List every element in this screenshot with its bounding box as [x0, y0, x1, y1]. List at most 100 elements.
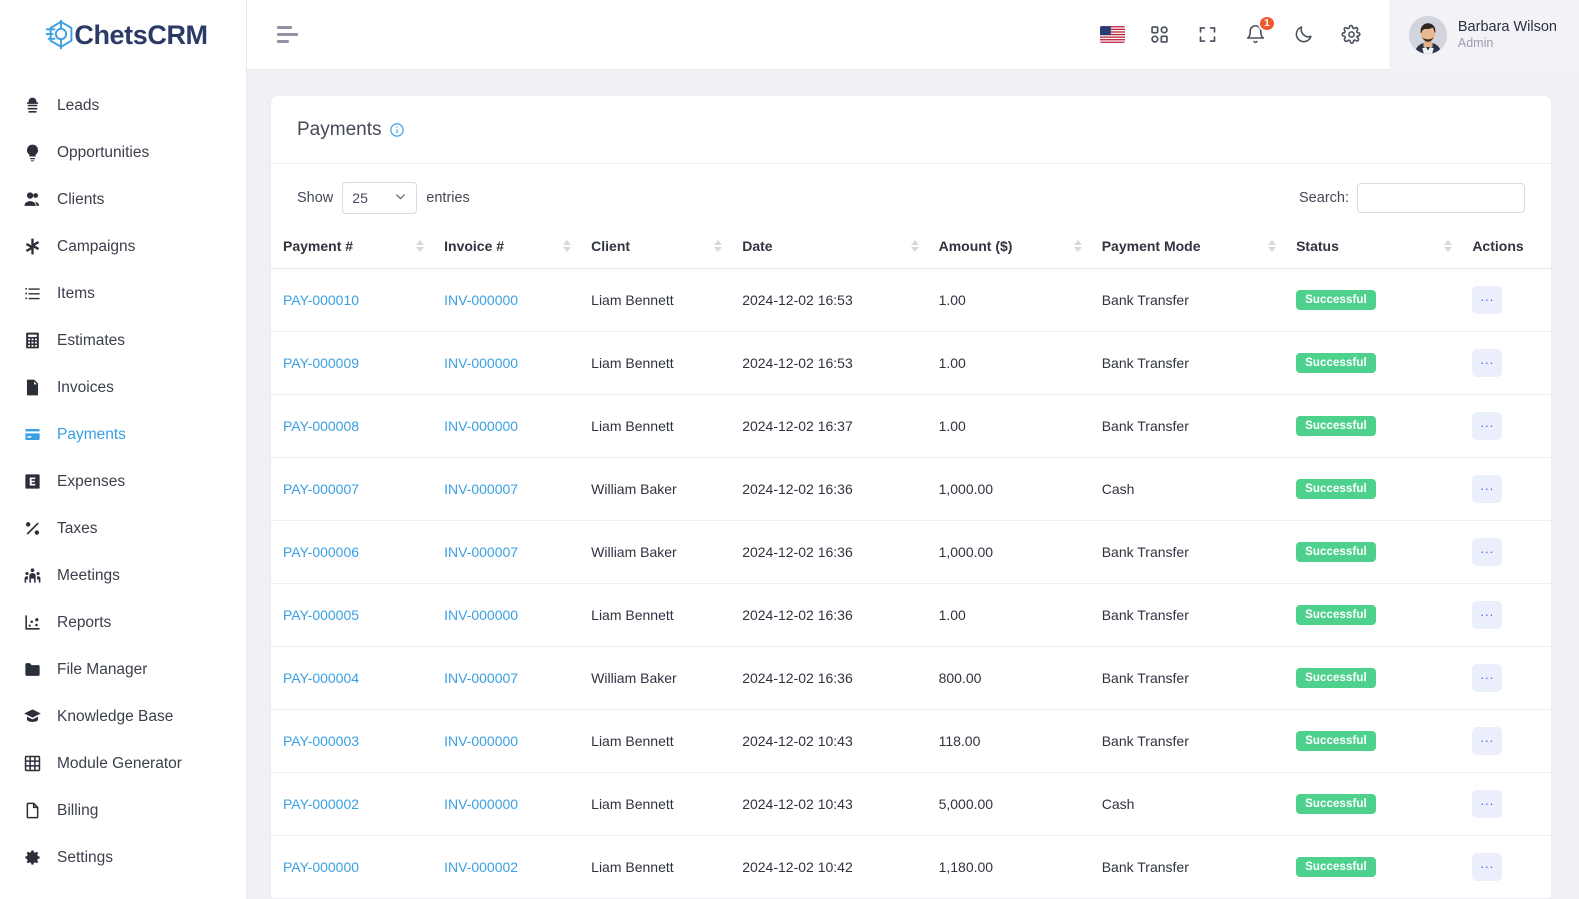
payment-link[interactable]: PAY-000003	[283, 733, 359, 749]
invoice-link[interactable]: INV-000000	[444, 796, 518, 812]
payment-link[interactable]: PAY-000002	[283, 796, 359, 812]
row-actions-button[interactable]: ...	[1472, 853, 1503, 881]
hamburger-icon[interactable]	[273, 20, 302, 49]
sidebar-item-expenses[interactable]: Expenses	[0, 458, 246, 505]
column-header-status[interactable]: Status	[1284, 226, 1461, 269]
search-input[interactable]	[1357, 183, 1525, 213]
sidebar-item-payments[interactable]: Payments	[0, 411, 246, 458]
row-actions-button[interactable]: ...	[1472, 727, 1503, 755]
payment-link[interactable]: PAY-000004	[283, 670, 359, 686]
row-actions-button[interactable]: ...	[1472, 412, 1503, 440]
column-label: Payment Mode	[1101, 238, 1201, 254]
brand-logo[interactable]: ChetsCRM	[0, 0, 246, 70]
table-body: PAY-000010 INV-000000 Liam Bennett 2024-12-…	[271, 268, 1551, 899]
payment-link[interactable]: PAY-000000	[283, 859, 359, 875]
settings-gear-icon[interactable]	[1339, 22, 1365, 48]
invoice-link[interactable]: INV-000002	[444, 859, 518, 875]
sidebar-item-leads[interactable]: Leads	[0, 82, 246, 129]
sidebar-item-label: Knowledge Base	[57, 707, 174, 725]
invoice-link[interactable]: INV-000000	[444, 733, 518, 749]
sidebar-item-label: Clients	[57, 190, 105, 208]
sidebar-item-campaigns[interactable]: Campaigns	[0, 223, 246, 270]
row-actions-button[interactable]: ...	[1472, 664, 1503, 692]
folder-icon	[22, 659, 43, 680]
column-header-payment[interactable]: Payment #	[271, 226, 433, 269]
cell-actions: ...	[1460, 520, 1551, 584]
invoice-link[interactable]: INV-000007	[444, 544, 518, 560]
brand-name: ChetsCRM	[74, 19, 208, 50]
language-flag-us-icon[interactable]	[1099, 26, 1125, 43]
payment-link[interactable]: PAY-000006	[283, 544, 359, 560]
sidebar-item-settings[interactable]: Settings	[0, 834, 246, 881]
cell-amount: 1.00	[926, 331, 1090, 395]
column-header-invoice[interactable]: Invoice #	[432, 226, 580, 269]
grid-table-icon	[22, 753, 43, 774]
sidebar-item-file-manager[interactable]: File Manager	[0, 646, 246, 693]
invoice-link[interactable]: INV-000007	[444, 670, 518, 686]
notification-badge: 1	[1258, 14, 1276, 32]
column-header-payment-mode[interactable]: Payment Mode	[1089, 226, 1285, 269]
sidebar-item-module-generator[interactable]: Module Generator	[0, 740, 246, 787]
cell-payment: PAY-000002	[271, 772, 433, 836]
fullscreen-icon[interactable]	[1195, 22, 1221, 48]
column-header-client[interactable]: Client	[579, 226, 731, 269]
cell-date: 2024-12-02 10:43	[730, 709, 927, 773]
payment-link[interactable]: PAY-000008	[283, 418, 359, 434]
column-label: Date	[742, 238, 773, 254]
column-label: Actions	[1472, 238, 1524, 254]
topbar-icon-group: 1	[1099, 14, 1389, 48]
gear-icon	[22, 847, 43, 868]
cell-actions: ...	[1460, 709, 1551, 773]
sidebar-item-items[interactable]: Items	[0, 270, 246, 317]
sidebar-item-clients[interactable]: Clients	[0, 176, 246, 223]
app-root: ChetsCRM Leads Opportunities Clients Cam…	[0, 0, 1579, 899]
profile-role: Admin	[1457, 35, 1494, 50]
invoice-link[interactable]: INV-000000	[444, 355, 518, 371]
info-circle-icon[interactable]	[389, 122, 405, 138]
content-area: Payments Show 25 entries Search: Payment…	[247, 70, 1579, 899]
cell-client: Liam Bennett	[579, 709, 731, 773]
cell-payment-mode: Bank Transfer	[1089, 709, 1285, 773]
sidebar-item-meetings[interactable]: Meetings	[0, 552, 246, 599]
table-row: PAY-000003 INV-000000 Liam Bennett 2024-12-…	[271, 709, 1551, 773]
cell-date: 2024-12-02 10:42	[730, 835, 927, 899]
column-label: Amount ($)	[938, 238, 1013, 254]
row-actions-button[interactable]: ...	[1472, 790, 1503, 818]
payment-link[interactable]: PAY-000007	[283, 481, 359, 497]
invoice-link[interactable]: INV-000000	[444, 292, 518, 308]
sidebar-item-knowledge-base[interactable]: Knowledge Base	[0, 693, 246, 740]
row-actions-button[interactable]: ...	[1472, 601, 1503, 629]
sidebar-item-billing[interactable]: Billing	[0, 787, 246, 834]
invoice-link[interactable]: INV-000000	[444, 418, 518, 434]
payment-link[interactable]: PAY-000005	[283, 607, 359, 623]
sidebar-item-taxes[interactable]: Taxes	[0, 505, 246, 552]
row-actions-button[interactable]: ...	[1472, 286, 1503, 314]
page-size-select[interactable]: 25	[342, 182, 418, 214]
cell-payment-mode: Bank Transfer	[1089, 520, 1285, 584]
column-header-amount[interactable]: Amount ($)	[926, 226, 1090, 269]
row-actions-button[interactable]: ...	[1472, 538, 1503, 566]
sidebar-item-estimates[interactable]: Estimates	[0, 317, 246, 364]
sidebar-item-label: Reports	[57, 613, 112, 631]
users-icon	[22, 189, 43, 210]
cell-payment-mode: Bank Transfer	[1089, 268, 1285, 332]
invoice-link[interactable]: INV-000007	[444, 481, 518, 497]
row-actions-button[interactable]: ...	[1472, 475, 1503, 503]
sidebar-item-invoices[interactable]: Invoices	[0, 364, 246, 411]
notification-bell-icon[interactable]: 1	[1243, 14, 1276, 48]
profile-menu[interactable]: Barbara Wilson Admin	[1388, 0, 1579, 70]
cell-client: Liam Bennett	[579, 772, 731, 836]
sidebar-item-opportunities[interactable]: Opportunities	[0, 129, 246, 176]
row-actions-button[interactable]: ...	[1472, 349, 1503, 377]
status-badge: Successful	[1296, 605, 1376, 625]
sidebar-item-label: Billing	[57, 801, 99, 819]
table-header-row: Payment # Invoice # Client Date Amount (…	[271, 226, 1551, 269]
column-header-date[interactable]: Date	[730, 226, 927, 269]
invoice-link[interactable]: INV-000000	[444, 607, 518, 623]
payment-link[interactable]: PAY-000010	[283, 292, 359, 308]
sidebar-item-reports[interactable]: Reports	[0, 599, 246, 646]
apps-grid-icon[interactable]	[1147, 22, 1173, 48]
dark-mode-moon-icon[interactable]	[1291, 22, 1317, 48]
payment-link[interactable]: PAY-000009	[283, 355, 359, 371]
cell-amount: 1,000.00	[926, 520, 1090, 584]
